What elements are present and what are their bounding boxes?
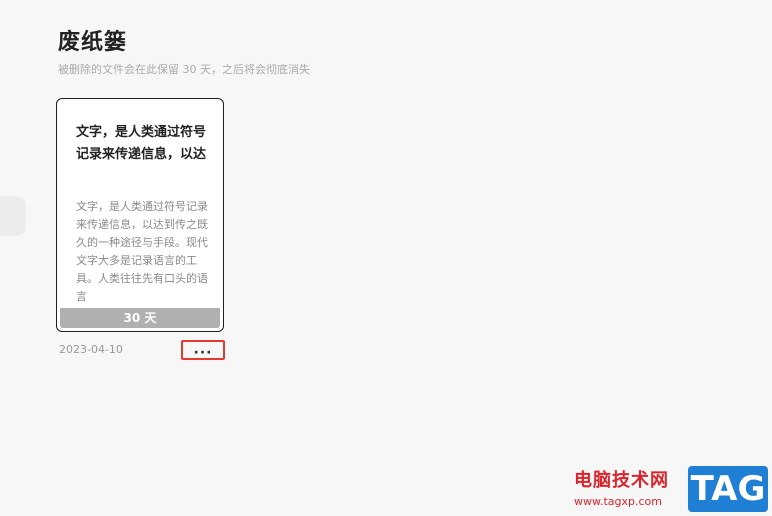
watermark: 电脑技术网 www.tagxp.com TAG xyxy=(574,466,770,514)
page-subtitle: 被删除的文件会在此保留 30 天，之后将会彻底消失 xyxy=(58,63,310,76)
sidebar-collapse-tab[interactable] xyxy=(0,196,26,236)
note-title: 文字，是人类通过符号记录来传递信息，以达 xyxy=(76,125,207,162)
note-date: 2023-04-10 xyxy=(59,343,123,356)
watermark-text: 电脑技术网 xyxy=(574,470,669,491)
more-options-button[interactable]: ··· xyxy=(181,340,225,360)
note-preview: 文字，是人类通过符号记录来传递信息，以达到传之既久的一种途径与手段。现代文字大多… xyxy=(76,200,208,302)
trash-note-card[interactable]: 文字，是人类通过符号记录来传递信息，以达 文字，是人类通过符号记录来传递信息，以… xyxy=(56,98,224,332)
page-title: 废纸篓 xyxy=(58,30,128,55)
days-remaining-badge: 30 天 xyxy=(60,308,220,328)
ellipsis-icon: ··· xyxy=(193,345,213,361)
watermark-url: www.tagxp.com xyxy=(574,495,662,508)
note-card-content: 文字，是人类通过符号记录来传递信息，以达 文字，是人类通过符号记录来传递信息，以… xyxy=(60,102,220,328)
watermark-tag-logo: TAG xyxy=(688,466,768,512)
